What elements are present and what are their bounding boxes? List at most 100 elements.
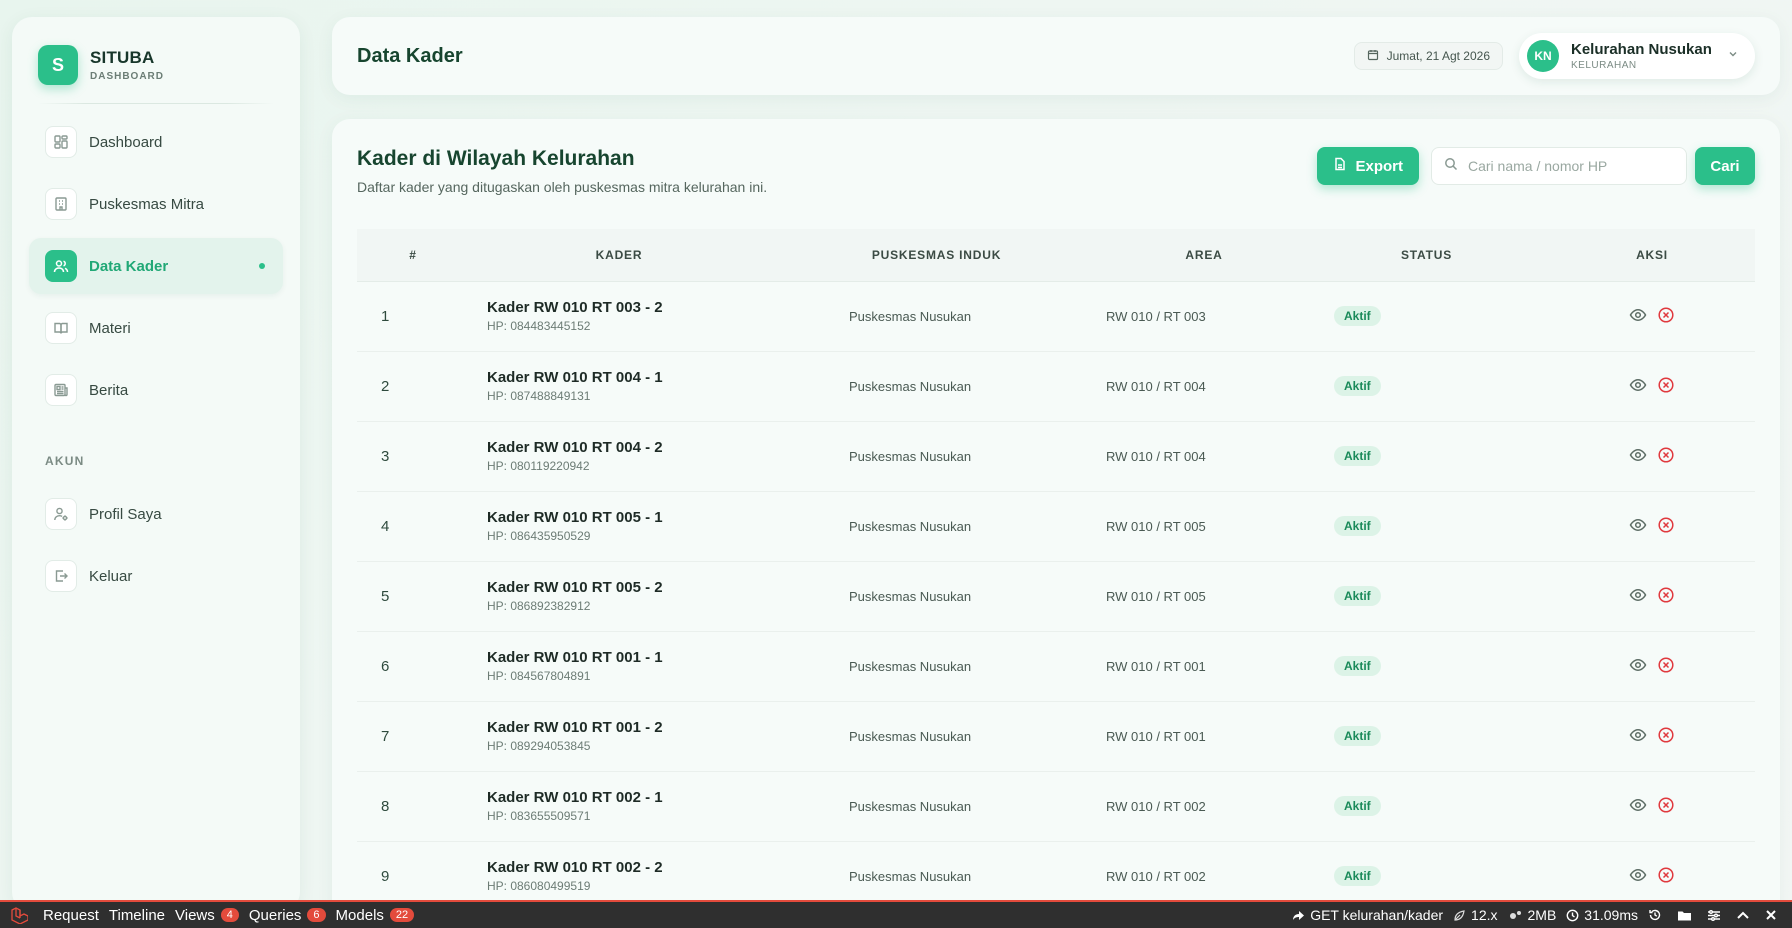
- search-box: [1431, 147, 1687, 185]
- sidebar-item-keluar[interactable]: Keluar: [29, 548, 283, 604]
- cell-puskesmas: Puskesmas Nusukan: [769, 701, 1104, 772]
- calendar-icon: [1367, 49, 1387, 64]
- chevron-down-icon[interactable]: [1727, 47, 1739, 65]
- deactivate-icon[interactable]: [1656, 795, 1676, 815]
- deactivate-icon[interactable]: [1656, 655, 1676, 675]
- view-icon[interactable]: [1628, 725, 1648, 745]
- search-button[interactable]: Cari: [1695, 147, 1755, 185]
- date-chip: Jumat, 21 Agt 2026: [1353, 42, 1503, 70]
- kader-name: Kader RW 010 RT 001 - 2: [487, 719, 663, 736]
- cell-aksi: [1549, 421, 1755, 492]
- view-icon[interactable]: [1628, 305, 1648, 325]
- debug-count-badge: 6: [307, 908, 326, 922]
- debug-tab-label: Views: [175, 906, 215, 924]
- view-icon[interactable]: [1628, 865, 1648, 885]
- cell-number: 1: [357, 281, 469, 352]
- kader-phone: HP: 089294053845: [487, 739, 591, 753]
- debug-version[interactable]: 12.x: [1448, 907, 1502, 923]
- cell-number: 3: [357, 421, 469, 492]
- debug-route[interactable]: GET kelurahan/kader: [1287, 907, 1448, 923]
- cell-area: RW 010 / RT 004: [1104, 421, 1304, 492]
- kader-name: Kader RW 010 RT 003 - 2: [487, 299, 663, 316]
- deactivate-icon[interactable]: [1656, 585, 1676, 605]
- search-input[interactable]: [1468, 158, 1668, 174]
- debug-bar: Request Timeline Views 4 Queries 6 Models 2…: [0, 900, 1792, 928]
- sidebar-item-label: Profil Saya: [89, 505, 162, 523]
- kader-phone: HP: 084567804891: [487, 669, 591, 683]
- sidebar-item-puskesmas-mitra[interactable]: Puskesmas Mitra: [29, 176, 283, 232]
- sidebar-item-data-kader[interactable]: Data Kader: [29, 238, 283, 294]
- sidebar-item-berita[interactable]: Berita: [29, 362, 283, 418]
- cell-aksi: [1549, 561, 1755, 632]
- deactivate-icon[interactable]: [1656, 515, 1676, 535]
- cell-aksi: [1549, 631, 1755, 702]
- deactivate-icon[interactable]: [1656, 375, 1676, 395]
- table-row: 3 Kader RW 010 RT 004 - 2 HP: 0801192209…: [357, 421, 1755, 492]
- sidebar-item-label: Keluar: [89, 567, 133, 585]
- cell-kader: Kader RW 010 RT 004 - 2 HP: 080119220942: [469, 421, 769, 492]
- sidebar: S SITUBA DASHBOARD Dashboard Puskesmas M…: [12, 17, 300, 912]
- search-icon: [1444, 157, 1458, 176]
- deactivate-icon[interactable]: [1656, 865, 1676, 885]
- avatar: KN: [1527, 40, 1559, 72]
- cell-puskesmas: Puskesmas Nusukan: [769, 631, 1104, 702]
- cell-aksi: [1549, 491, 1755, 562]
- close-icon[interactable]: [1760, 909, 1792, 921]
- view-icon[interactable]: [1628, 445, 1648, 465]
- status-badge: Aktif: [1334, 516, 1381, 536]
- deactivate-icon[interactable]: [1656, 725, 1676, 745]
- table-row: 6 Kader RW 010 RT 001 - 1 HP: 0845678048…: [357, 631, 1755, 702]
- user-settings-icon: [45, 498, 77, 530]
- debug-route-text: GET kelurahan/kader: [1310, 907, 1444, 923]
- cell-status: Aktif: [1304, 771, 1549, 842]
- debug-tab-models[interactable]: Models 22: [331, 902, 420, 928]
- column-header-aksi: AKSI: [1549, 229, 1755, 282]
- brand[interactable]: S SITUBA DASHBOARD: [29, 45, 283, 85]
- sidebar-item-label: Berita: [89, 381, 129, 399]
- export-button[interactable]: Export: [1317, 147, 1419, 185]
- export-label: Export: [1355, 157, 1403, 175]
- debug-memory[interactable]: 2MB: [1503, 907, 1562, 923]
- cell-number: 4: [357, 491, 469, 562]
- laravel-logo-icon[interactable]: [0, 902, 38, 928]
- history-icon[interactable]: [1643, 908, 1672, 922]
- cell-status: Aktif: [1304, 421, 1549, 492]
- chevron-up-icon[interactable]: [1731, 909, 1760, 921]
- cell-number: 5: [357, 561, 469, 632]
- debug-tab-views[interactable]: Views 4: [170, 902, 244, 928]
- book-icon: [45, 312, 77, 344]
- folder-icon[interactable]: [1672, 909, 1702, 922]
- status-badge: Aktif: [1334, 306, 1381, 326]
- kader-name: Kader RW 010 RT 005 - 1: [487, 509, 663, 526]
- clock-icon: [1566, 909, 1579, 921]
- user-menu[interactable]: KN Kelurahan Nusukan KELURAHAN: [1519, 33, 1755, 79]
- settings-sliders-icon[interactable]: [1702, 909, 1731, 922]
- view-icon[interactable]: [1628, 375, 1648, 395]
- debug-time[interactable]: 31.09ms: [1561, 907, 1643, 923]
- kader-phone: HP: 086080499519: [487, 879, 591, 893]
- debug-tab-timeline[interactable]: Timeline: [104, 902, 170, 928]
- cell-aksi: [1549, 701, 1755, 772]
- cell-puskesmas: Puskesmas Nusukan: [769, 281, 1104, 352]
- debug-tab-request[interactable]: Request: [38, 902, 104, 928]
- sidebar-item-dashboard[interactable]: Dashboard: [29, 114, 283, 170]
- sidebar-item-materi[interactable]: Materi: [29, 300, 283, 356]
- topbar: Data Kader Jumat, 21 Agt 2026 KN Kelurah…: [332, 17, 1780, 95]
- deactivate-icon[interactable]: [1656, 445, 1676, 465]
- status-badge: Aktif: [1334, 586, 1381, 606]
- cell-area: RW 010 / RT 005: [1104, 561, 1304, 632]
- deactivate-icon[interactable]: [1656, 305, 1676, 325]
- view-icon[interactable]: [1628, 585, 1648, 605]
- cell-status: Aktif: [1304, 281, 1549, 352]
- view-icon[interactable]: [1628, 655, 1648, 675]
- sidebar-item-profil-saya[interactable]: Profil Saya: [29, 486, 283, 542]
- view-icon[interactable]: [1628, 515, 1648, 535]
- kader-table: # KADER PUSKESMAS INDUK AREA STATUS AKSI…: [357, 229, 1755, 912]
- table-row: 2 Kader RW 010 RT 004 - 1 HP: 0874888491…: [357, 351, 1755, 422]
- view-icon[interactable]: [1628, 795, 1648, 815]
- table-row: 8 Kader RW 010 RT 002 - 1 HP: 0836555095…: [357, 771, 1755, 842]
- debug-tab-queries[interactable]: Queries 6: [244, 902, 331, 928]
- column-header-kader: KADER: [469, 229, 769, 282]
- debug-memory-text: 2MB: [1527, 907, 1557, 923]
- cell-aksi: [1549, 771, 1755, 842]
